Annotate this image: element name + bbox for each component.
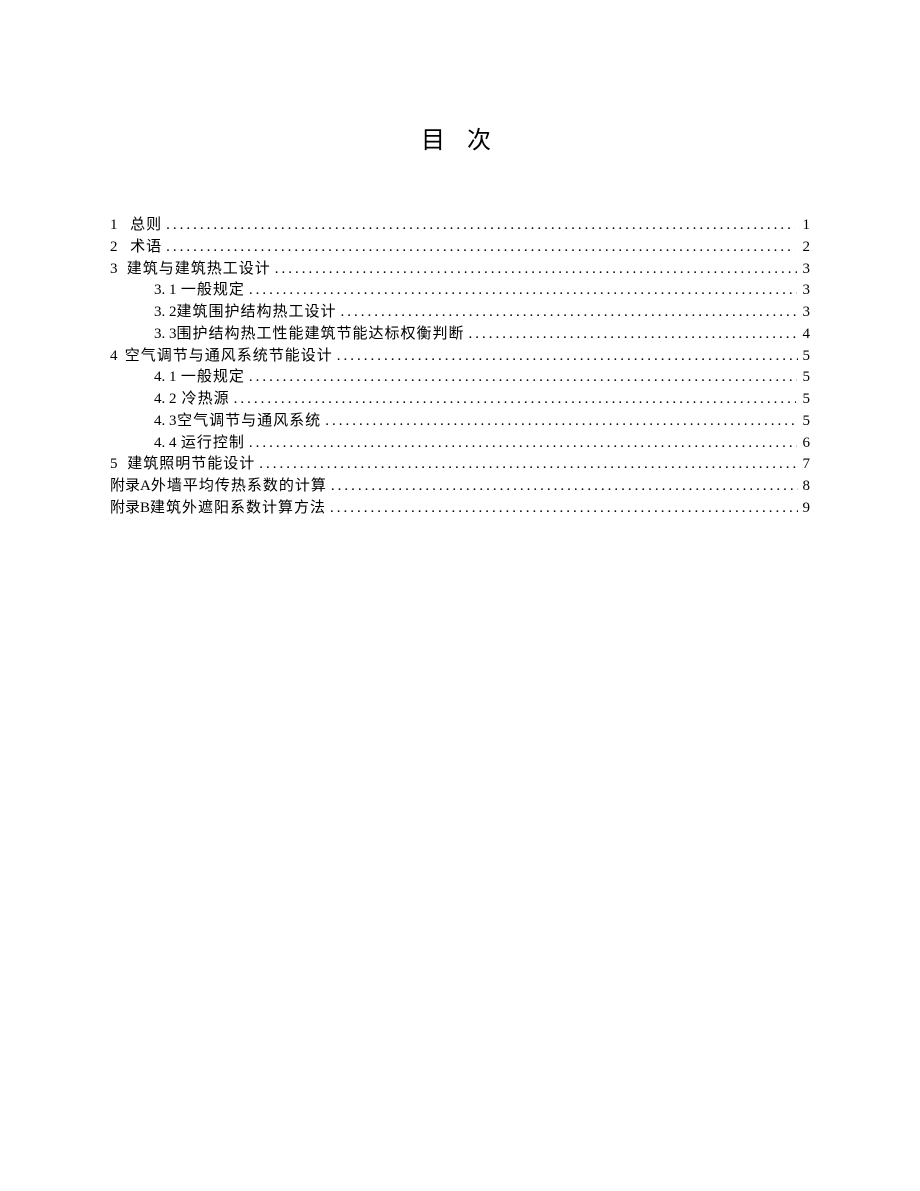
entry-label: 建筑与建筑热工设计 <box>127 259 271 281</box>
entry-label: 外墙平均传热系数的计算 <box>151 476 327 498</box>
entry-number: 3 <box>110 259 127 281</box>
entry-number: 3. 1 <box>154 280 181 302</box>
entry-number: 2 <box>110 237 130 259</box>
entry-label: 空气调节与通风系统 <box>177 411 321 433</box>
entry-page: 2 <box>799 237 810 259</box>
entry-page: 5 <box>801 367 810 389</box>
dot-leader <box>249 433 797 455</box>
entry-page: 4 <box>803 324 811 346</box>
entry-number: 4. 2 <box>154 389 182 411</box>
dot-leader <box>275 259 797 281</box>
dot-leader <box>337 346 798 368</box>
toc-sub-entry: 4. 3 空气调节与通风系统 5 <box>110 411 810 433</box>
toc-sub-entry: 4. 2 冷热源 5 <box>110 389 810 411</box>
toc-entry: 3 建筑与建筑热工设计 3 <box>110 259 810 281</box>
entry-label: 冷热源 <box>182 389 230 411</box>
toc-appendix-entry: 附录A 外墙平均传热系数的计算 8 <box>110 476 810 498</box>
entry-page: 7 <box>801 454 810 476</box>
toc-sub-entry: 4. 1 一般规定 5 <box>110 367 810 389</box>
entry-number: 4 <box>110 346 125 368</box>
toc-sub-entry: 3. 3 围护结构热工性能建筑节能达标权衡判断 4 <box>110 324 810 346</box>
entry-page: 3 <box>802 302 810 324</box>
toc-entry: 1 总则 1 <box>110 215 810 237</box>
dot-leader <box>325 411 798 433</box>
entry-label: 一般规定 <box>181 367 245 389</box>
entry-page: 9 <box>802 498 810 520</box>
toc-sub-entry: 3. 2 建筑围护结构热工设计 3 <box>110 302 810 324</box>
entry-page: 5 <box>802 346 810 368</box>
entry-page: 1 <box>799 215 810 237</box>
dot-leader <box>330 498 798 520</box>
table-of-contents: 1 总则 1 2 术语 2 3 建筑与建筑热工设计 3 3. 1 一般规定 3 … <box>110 215 810 520</box>
dot-leader <box>249 367 797 389</box>
dot-leader <box>259 454 797 476</box>
entry-number: 4. 4 <box>154 433 181 455</box>
entry-page: 3 <box>801 259 810 281</box>
entry-label: 建筑外遮阳系数计算方法 <box>150 498 326 520</box>
dot-leader <box>249 280 797 302</box>
toc-entry: 5 建筑照明节能设计 7 <box>110 454 810 476</box>
toc-entry: 2 术语 2 <box>110 237 810 259</box>
entry-label: 一般规定 <box>181 280 245 302</box>
entry-number: 3. 2 <box>154 302 177 324</box>
entry-number: 4. 1 <box>154 367 181 389</box>
dot-leader <box>469 324 799 346</box>
entry-number: 1 <box>110 215 130 237</box>
entry-page: 8 <box>802 476 810 498</box>
dot-leader <box>331 476 798 498</box>
toc-entry: 4 空气调节与通风系统节能设计 5 <box>110 346 810 368</box>
entry-page: 6 <box>801 433 810 455</box>
entry-label: 建筑围护结构热工设计 <box>177 302 337 324</box>
entry-page: 5 <box>802 411 810 433</box>
toc-sub-entry: 3. 1 一般规定 3 <box>110 280 810 302</box>
page-content: 目 次 1 总则 1 2 术语 2 3 建筑与建筑热工设计 3 3. 1 一般规… <box>0 0 920 520</box>
toc-title: 目 次 <box>110 120 810 155</box>
entry-label: 围护结构热工性能建筑节能达标权衡判断 <box>177 324 465 346</box>
entry-label: 总则 <box>130 215 162 237</box>
entry-number: 3. 3 <box>154 324 177 346</box>
entry-page: 5 <box>800 389 810 411</box>
dot-leader <box>341 302 799 324</box>
toc-sub-entry: 4. 4 运行控制 6 <box>110 433 810 455</box>
entry-number: 4. 3 <box>154 411 177 433</box>
toc-appendix-entry: 附录B 建筑外遮阳系数计算方法 9 <box>110 498 810 520</box>
dot-leader <box>166 237 795 259</box>
entry-page: 3 <box>801 280 810 302</box>
entry-label: 建筑照明节能设计 <box>127 454 255 476</box>
entry-label: 空气调节与通风系统节能设计 <box>125 346 333 368</box>
dot-leader <box>166 215 795 237</box>
dot-leader <box>234 389 797 411</box>
entry-label: 术语 <box>130 237 162 259</box>
entry-number: 附录B <box>110 498 150 520</box>
entry-number: 5 <box>110 454 127 476</box>
entry-number: 附录A <box>110 476 151 498</box>
entry-label: 运行控制 <box>181 433 245 455</box>
